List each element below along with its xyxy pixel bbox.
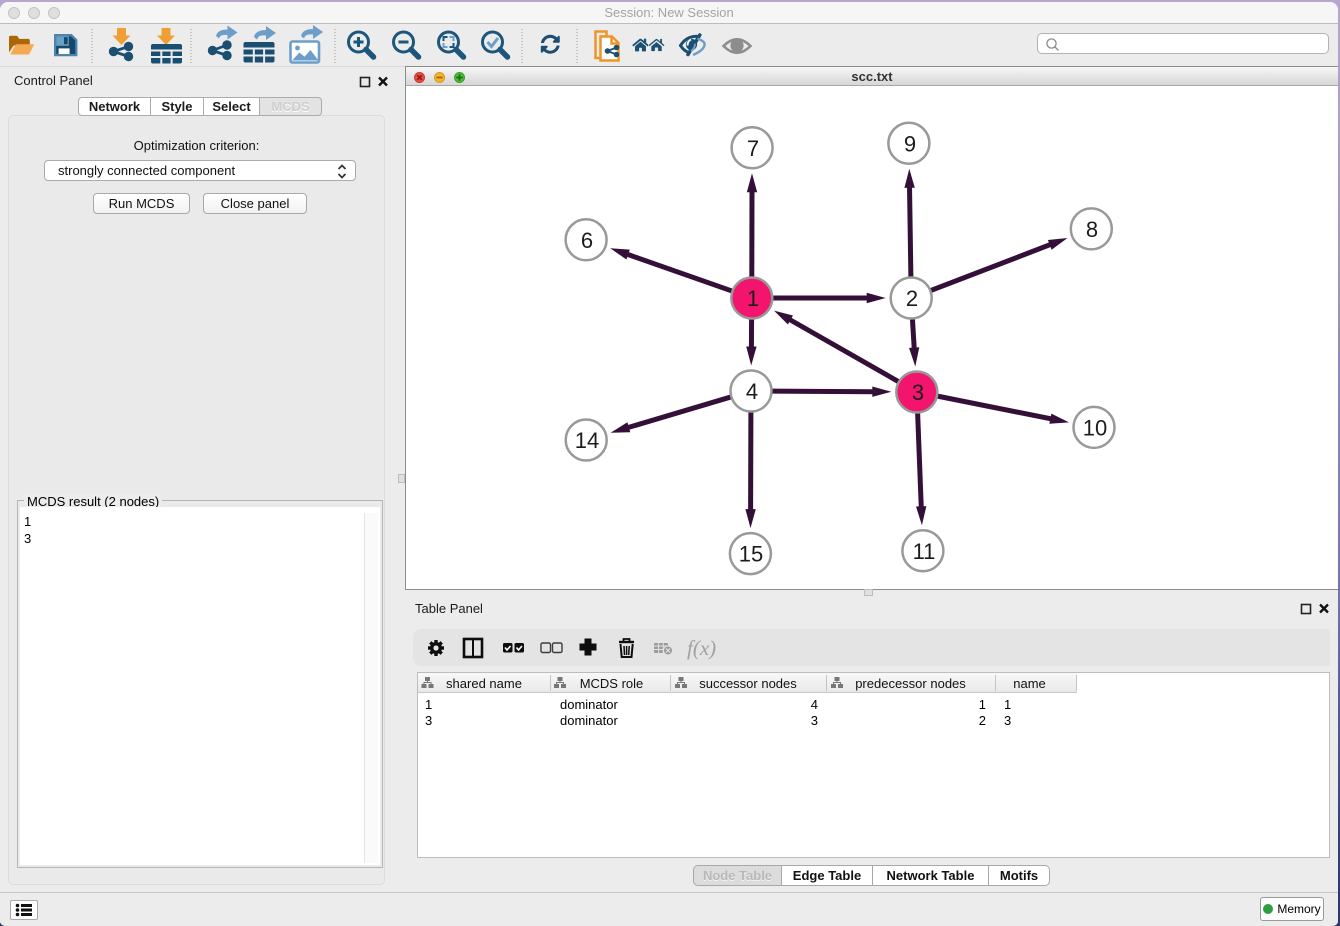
svg-text:6: 6	[581, 228, 593, 253]
svg-text:1: 1	[747, 286, 759, 311]
svg-text:15: 15	[739, 542, 763, 567]
svg-text:3: 3	[912, 380, 924, 405]
svg-text:2: 2	[906, 286, 918, 311]
svg-text:f(x): f(x)	[687, 636, 716, 660]
svg-text:9: 9	[904, 131, 916, 156]
svg-text:4: 4	[746, 379, 758, 404]
svg-text:10: 10	[1083, 415, 1107, 440]
svg-text:14: 14	[575, 428, 599, 453]
svg-text:7: 7	[747, 136, 759, 161]
svg-text:8: 8	[1086, 217, 1098, 242]
svg-text:11: 11	[913, 539, 936, 564]
